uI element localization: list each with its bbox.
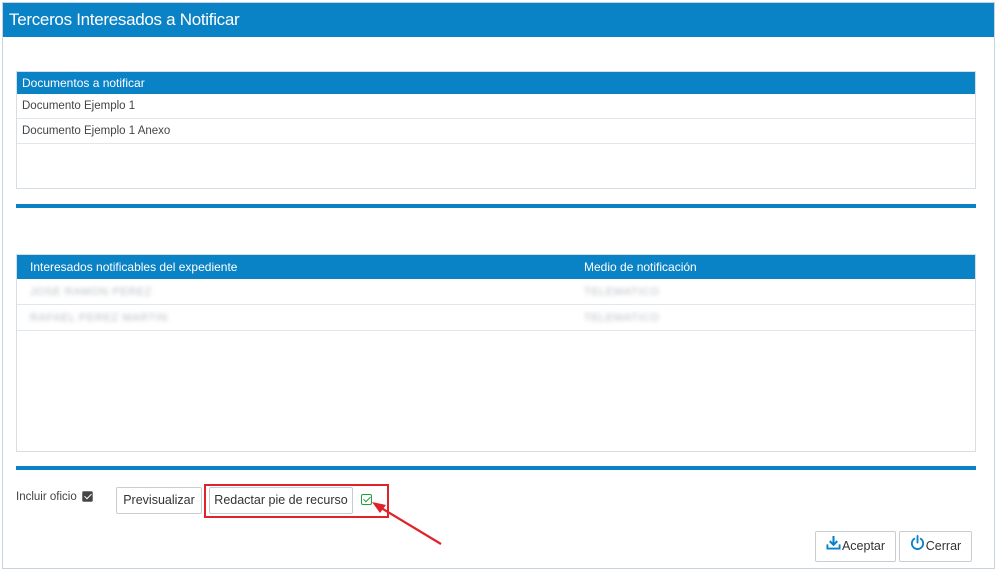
aceptar-label: Aceptar <box>841 539 886 554</box>
redactar-pie-recurso-button[interactable]: Redactar pie de recurso <box>209 487 353 514</box>
documents-table: Documentos a notificar Documento Ejemplo… <box>16 71 976 189</box>
dialog-title: Terceros Interesados a Notificar <box>9 10 240 29</box>
table-row[interactable]: Documento Ejemplo 1 Anexo <box>17 119 975 144</box>
incluir-oficio-checkbox[interactable] <box>82 491 93 502</box>
annotation-arrow-icon <box>372 502 442 545</box>
cerrar-button[interactable]: Cerrar <box>899 531 972 562</box>
interested-table-header: Interesados notificables del expediente … <box>17 255 975 279</box>
interested-parties-table: Interesados notificables del expediente … <box>16 254 976 452</box>
document-name: Documento Ejemplo 1 Anexo <box>22 125 171 137</box>
column-header-interesados: Interesados notificables del expediente <box>30 260 238 274</box>
dialog-titlebar: Terceros Interesados a Notificar <box>3 3 994 37</box>
power-icon <box>910 532 925 561</box>
notification-medium: TELEMATICO <box>584 312 660 324</box>
column-header-medio: Medio de notificación <box>584 260 697 274</box>
incluir-oficio-label: Incluir oficio <box>16 491 77 503</box>
party-name: JOSE RAMON PEREZ <box>30 286 153 298</box>
cerrar-label: Cerrar <box>925 539 962 554</box>
section-divider <box>16 204 976 208</box>
notification-medium: TELEMATICO <box>584 286 660 298</box>
documents-table-header: Documentos a notificar <box>17 72 975 94</box>
download-icon <box>826 532 841 561</box>
section-divider <box>16 466 976 470</box>
party-name: RAFAEL PEREZ MARTIN <box>30 312 168 324</box>
table-row[interactable]: JOSE RAMON PEREZ TELEMATICO <box>17 279 975 305</box>
aceptar-button[interactable]: Aceptar <box>815 531 896 562</box>
previsualizar-button[interactable]: Previsualizar <box>116 487 202 514</box>
table-row[interactable]: RAFAEL PEREZ MARTIN TELEMATICO <box>17 305 975 331</box>
table-row[interactable]: Documento Ejemplo 1 <box>17 94 975 119</box>
document-name: Documento Ejemplo 1 <box>22 100 136 112</box>
